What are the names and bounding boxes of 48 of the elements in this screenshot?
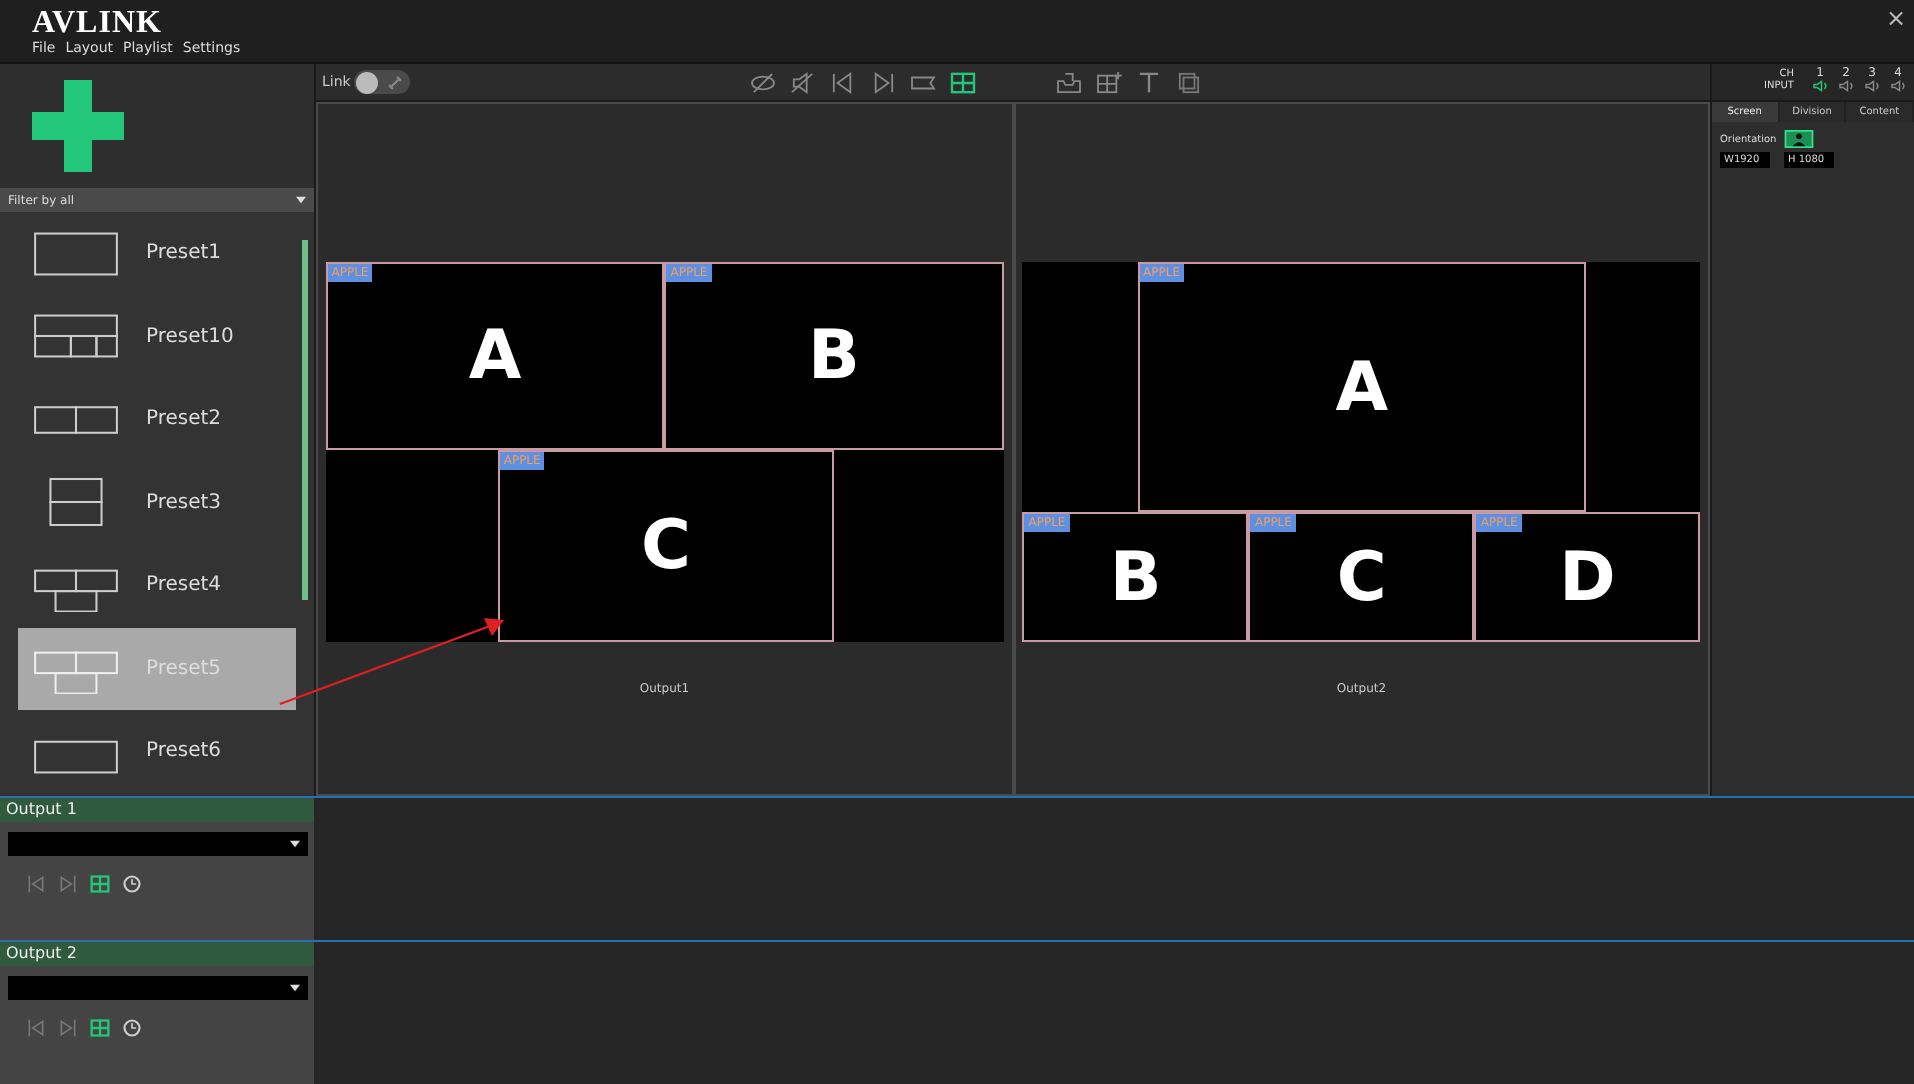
window-letter: D xyxy=(1559,537,1616,618)
window-letter: B xyxy=(808,316,860,397)
grid-icon[interactable] xyxy=(950,71,977,93)
preset-item[interactable]: Preset6 xyxy=(18,710,296,793)
window-letter: B xyxy=(1109,537,1162,618)
logo: AVLINK xyxy=(32,6,164,40)
clock-icon[interactable] xyxy=(122,1018,142,1038)
window-letter: A xyxy=(1335,347,1389,428)
preset-item[interactable]: Preset3 xyxy=(18,461,296,544)
preset-item[interactable]: Preset1 xyxy=(18,212,296,295)
window-letter: A xyxy=(468,316,522,397)
copy-icon[interactable] xyxy=(1176,71,1203,93)
caret-icon xyxy=(290,840,300,848)
link-toggle[interactable] xyxy=(354,70,411,94)
speaker-icon[interactable] xyxy=(1864,80,1880,92)
speaker-icon[interactable] xyxy=(1838,80,1854,92)
preset-item[interactable]: Preset4 xyxy=(18,544,296,627)
grid-icon[interactable] xyxy=(90,1018,110,1038)
clock-icon[interactable] xyxy=(122,874,142,894)
window-letter: C xyxy=(1336,537,1387,618)
preset-item[interactable]: Preset2 xyxy=(18,378,296,461)
speaker-icon[interactable] xyxy=(1812,80,1828,92)
layout-thumbnail-icon xyxy=(30,310,122,363)
next-icon[interactable] xyxy=(58,874,78,894)
previous-icon[interactable] xyxy=(26,1018,46,1038)
output-title: Output 2 xyxy=(0,942,314,966)
window-letter: C xyxy=(640,506,691,587)
output-title: Output 1 xyxy=(0,798,314,822)
next-icon[interactable] xyxy=(870,71,897,93)
caret-icon xyxy=(296,196,306,204)
mute-icon[interactable] xyxy=(790,71,817,93)
previous-icon[interactable] xyxy=(830,71,857,93)
hide-icon[interactable] xyxy=(750,71,777,93)
next-icon[interactable] xyxy=(58,1018,78,1038)
banner-icon[interactable] xyxy=(910,71,937,93)
previous-icon[interactable] xyxy=(26,874,46,894)
add-grid-icon[interactable] xyxy=(1096,71,1123,93)
text-icon[interactable] xyxy=(1136,71,1163,93)
close-button[interactable]: × xyxy=(1885,6,1906,30)
tray-icon[interactable] xyxy=(1056,71,1083,93)
add-icon[interactable] xyxy=(32,80,124,172)
landscape-icon[interactable] xyxy=(1784,130,1815,148)
grid-icon[interactable] xyxy=(90,874,110,894)
caret-icon xyxy=(290,984,300,992)
preset-item[interactable]: Preset10 xyxy=(18,295,296,378)
layout-thumbnail-icon xyxy=(30,227,122,280)
scrollbar[interactable] xyxy=(302,240,308,600)
speaker-icon[interactable] xyxy=(1890,80,1906,92)
